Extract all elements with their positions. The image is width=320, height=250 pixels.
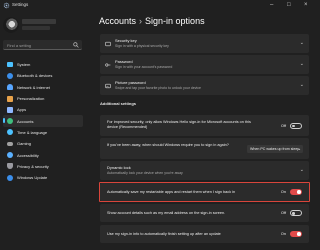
page-title: Sign-in options: [145, 16, 205, 26]
sidebar-item-time-language[interactable]: Time & language: [3, 127, 83, 138]
breadcrumb-parent[interactable]: Accounts: [99, 16, 136, 26]
bluetooth-icon: [7, 72, 13, 79]
apps-icon: [7, 106, 13, 113]
sidebar: Find a setting System Bluetooth & device…: [0, 11, 86, 250]
key-icon: [105, 41, 111, 46]
monitor-icon: [7, 62, 13, 67]
chevron-down-icon: ⌄: [299, 40, 304, 46]
chevron-down-icon: ⌄: [297, 145, 301, 151]
password-key-icon: [105, 63, 111, 66]
picture-icon: [105, 83, 111, 88]
card-subtitle: Sign in with a physical security key: [115, 44, 169, 48]
main-content: Accounts › Sign-in options Security key Si…: [86, 11, 318, 250]
setting-text: Use my sign-in info to automatically fin…: [107, 231, 221, 236]
card-subtitle: Automatically lock your device when you'…: [107, 171, 183, 175]
sidebar-item-accounts[interactable]: Accounts: [3, 115, 83, 127]
profile-name-redacted: [22, 19, 56, 24]
wifi-icon: [7, 84, 13, 91]
security-key-card[interactable]: Security key Sign in with a physical sec…: [100, 34, 309, 53]
sidebar-item-network[interactable]: Network & internet: [3, 82, 83, 93]
sidebar-item-label: Time & language: [17, 129, 48, 135]
setting-text: Automatically save my restartable apps a…: [107, 189, 236, 194]
sidebar-item-label: System: [17, 62, 31, 68]
window-title: Settings: [12, 2, 29, 7]
minimize-button[interactable]: –: [270, 1, 273, 9]
chevron-down-icon: ⌄: [299, 167, 304, 173]
sidebar-item-label: Accounts: [17, 118, 34, 124]
controller-icon: [7, 141, 13, 146]
search-icon: [73, 42, 79, 48]
card-subtitle: Sign in with your account's password: [115, 65, 173, 69]
setting-text: For improved security, only allow Window…: [107, 120, 251, 129]
avatar[interactable]: [3, 17, 19, 33]
toggle-state-label: Off: [281, 123, 286, 128]
sidebar-nav: System Bluetooth & devices Network & int…: [3, 59, 83, 183]
finish-setup-setting: Use my sign-in info to automatically fin…: [100, 225, 309, 243]
hello-only-setting: For improved security, only allow Window…: [100, 115, 309, 136]
sidebar-item-label: Privacy & security: [17, 163, 49, 169]
sidebar-item-label: Windows Update: [17, 175, 48, 181]
sidebar-item-privacy[interactable]: Privacy & security: [3, 161, 83, 172]
setting-text: Show account details such as my email ad…: [107, 210, 226, 215]
title-bar: Settings – □ ×: [0, 0, 318, 11]
toggle-state-label: On: [280, 189, 286, 194]
sidebar-item-windows-update[interactable]: Windows Update: [3, 172, 83, 183]
section-title: Additional settings: [100, 101, 136, 106]
settings-gear-icon: [3, 2, 10, 9]
dropdown-value: When PC wakes up from sleep: [250, 146, 300, 151]
chevron-down-icon: ⌄: [299, 82, 304, 88]
finish-setup-toggle[interactable]: [290, 231, 302, 237]
card-title: Security key: [115, 38, 137, 43]
sidebar-item-gaming[interactable]: Gaming: [3, 138, 83, 149]
card-title: Dynamic lock: [107, 165, 131, 170]
setting-text: If you've been away, when should Windows…: [107, 143, 229, 147]
breadcrumb-separator: ›: [139, 16, 143, 26]
password-card[interactable]: Password Sign in with your account's pas…: [100, 55, 309, 74]
close-button[interactable]: ×: [304, 1, 308, 9]
search-placeholder: Find a setting: [7, 42, 32, 48]
maximize-button[interactable]: □: [287, 1, 291, 9]
restart-apps-toggle[interactable]: [290, 189, 302, 195]
update-icon: [7, 174, 13, 181]
card-subtitle: Swipe and tap your favorite photo to unl…: [115, 86, 201, 90]
sidebar-item-accessibility[interactable]: Accessibility: [3, 149, 83, 160]
sidebar-item-label: Apps: [17, 107, 27, 113]
picture-password-card[interactable]: Picture password Swipe and tap your favo…: [100, 76, 309, 95]
sidebar-item-bluetooth[interactable]: Bluetooth & devices: [3, 70, 83, 81]
sidebar-item-label: Personalization: [17, 96, 45, 102]
restart-apps-setting: Automatically save my restartable apps a…: [100, 183, 309, 201]
person-icon: [7, 118, 13, 125]
sidebar-item-label: Bluetooth & devices: [17, 73, 53, 79]
sidebar-item-label: Network & internet: [17, 84, 50, 90]
search-box[interactable]: Find a setting: [3, 40, 82, 50]
sidebar-item-apps[interactable]: Apps: [3, 104, 83, 115]
brush-icon: [7, 95, 13, 102]
card-title: Picture password: [115, 80, 146, 85]
breadcrumb: Accounts › Sign-in options: [99, 16, 205, 26]
sidebar-item-personalization[interactable]: Personalization: [3, 93, 83, 104]
accessibility-icon: [7, 152, 13, 159]
sidebar-item-system[interactable]: System: [3, 59, 83, 70]
globe-clock-icon: [7, 129, 13, 136]
show-details-setting: Show account details such as my email ad…: [100, 204, 309, 222]
dynamic-lock-card[interactable]: Dynamic lock Automatically lock your dev…: [100, 161, 309, 180]
show-details-toggle[interactable]: [290, 210, 302, 216]
sidebar-item-label: Accessibility: [17, 152, 39, 158]
profile-email-redacted: [22, 26, 50, 30]
require-signin-setting: If you've been away, when should Windows…: [100, 138, 309, 159]
hello-only-toggle[interactable]: [290, 122, 302, 129]
card-title: Password: [115, 59, 133, 64]
chevron-down-icon: ⌄: [299, 61, 304, 67]
sidebar-item-label: Gaming: [17, 141, 32, 147]
toggle-state-label: Off: [281, 210, 286, 215]
toggle-state-label: On: [280, 231, 286, 236]
require-signin-dropdown[interactable]: When PC wakes up from sleep ⌄: [247, 144, 303, 153]
shield-icon: [7, 163, 13, 170]
